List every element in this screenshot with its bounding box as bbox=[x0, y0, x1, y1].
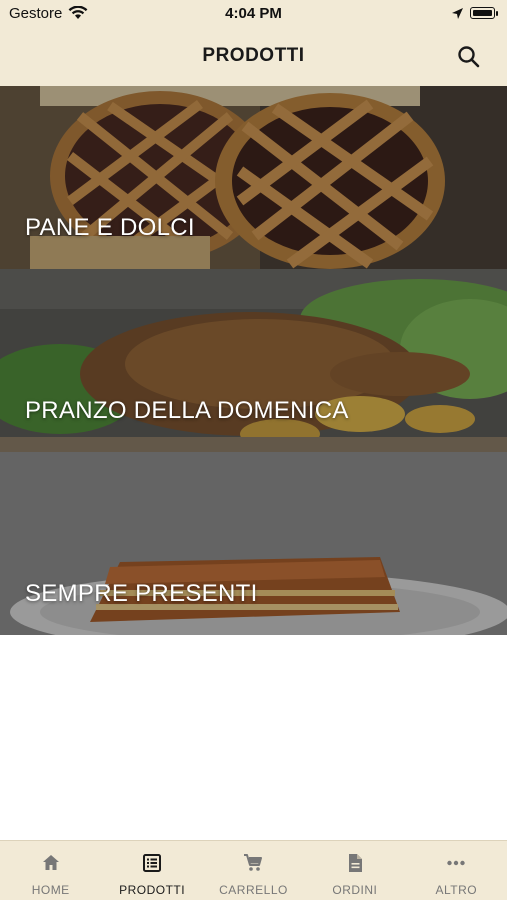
battery-tip bbox=[496, 11, 498, 16]
bottom-tab-bar: HOME PRODOTTI CARRELLO ORDINI ALTRO bbox=[0, 840, 507, 900]
status-time: 4:04 PM bbox=[225, 5, 282, 22]
tab-label: ORDINI bbox=[332, 883, 378, 897]
cart-icon bbox=[244, 854, 263, 871]
location-arrow-icon bbox=[452, 8, 463, 19]
tab-label: ALTRO bbox=[435, 883, 478, 897]
category-pranzo-della-domenica[interactable]: PRANZO DELLA DOMENICA bbox=[0, 269, 507, 452]
search-icon[interactable] bbox=[456, 44, 482, 70]
battery-icon bbox=[470, 7, 495, 19]
tab-carrello[interactable]: CARRELLO bbox=[203, 841, 304, 901]
tab-prodotti[interactable]: PRODOTTI bbox=[101, 841, 202, 901]
category-label: PRANZO DELLA DOMENICA bbox=[25, 397, 349, 424]
status-bar: Gestore 4:04 PM bbox=[0, 0, 507, 28]
tab-altro[interactable]: ALTRO bbox=[406, 841, 507, 901]
category-label: SEMPRE PRESENTI bbox=[25, 580, 258, 607]
tab-label: CARRELLO bbox=[219, 883, 288, 897]
more-icon bbox=[447, 860, 465, 866]
tab-home[interactable]: HOME bbox=[0, 841, 101, 901]
category-pane-e-dolci[interactable]: PANE E DOLCI bbox=[0, 86, 507, 269]
category-label: PANE E DOLCI bbox=[25, 214, 195, 241]
app-header: PRODOTTI bbox=[0, 28, 507, 86]
page-title: PRODOTTI bbox=[202, 45, 305, 66]
tab-label: HOME bbox=[31, 883, 70, 897]
tab-ordini[interactable]: ORDINI bbox=[304, 841, 405, 901]
document-icon bbox=[348, 854, 362, 872]
home-icon bbox=[42, 855, 59, 870]
tab-label: PRODOTTI bbox=[119, 883, 186, 897]
list-icon bbox=[143, 854, 162, 872]
category-sempre-presenti[interactable]: SEMPRE PRESENTI bbox=[0, 452, 507, 635]
